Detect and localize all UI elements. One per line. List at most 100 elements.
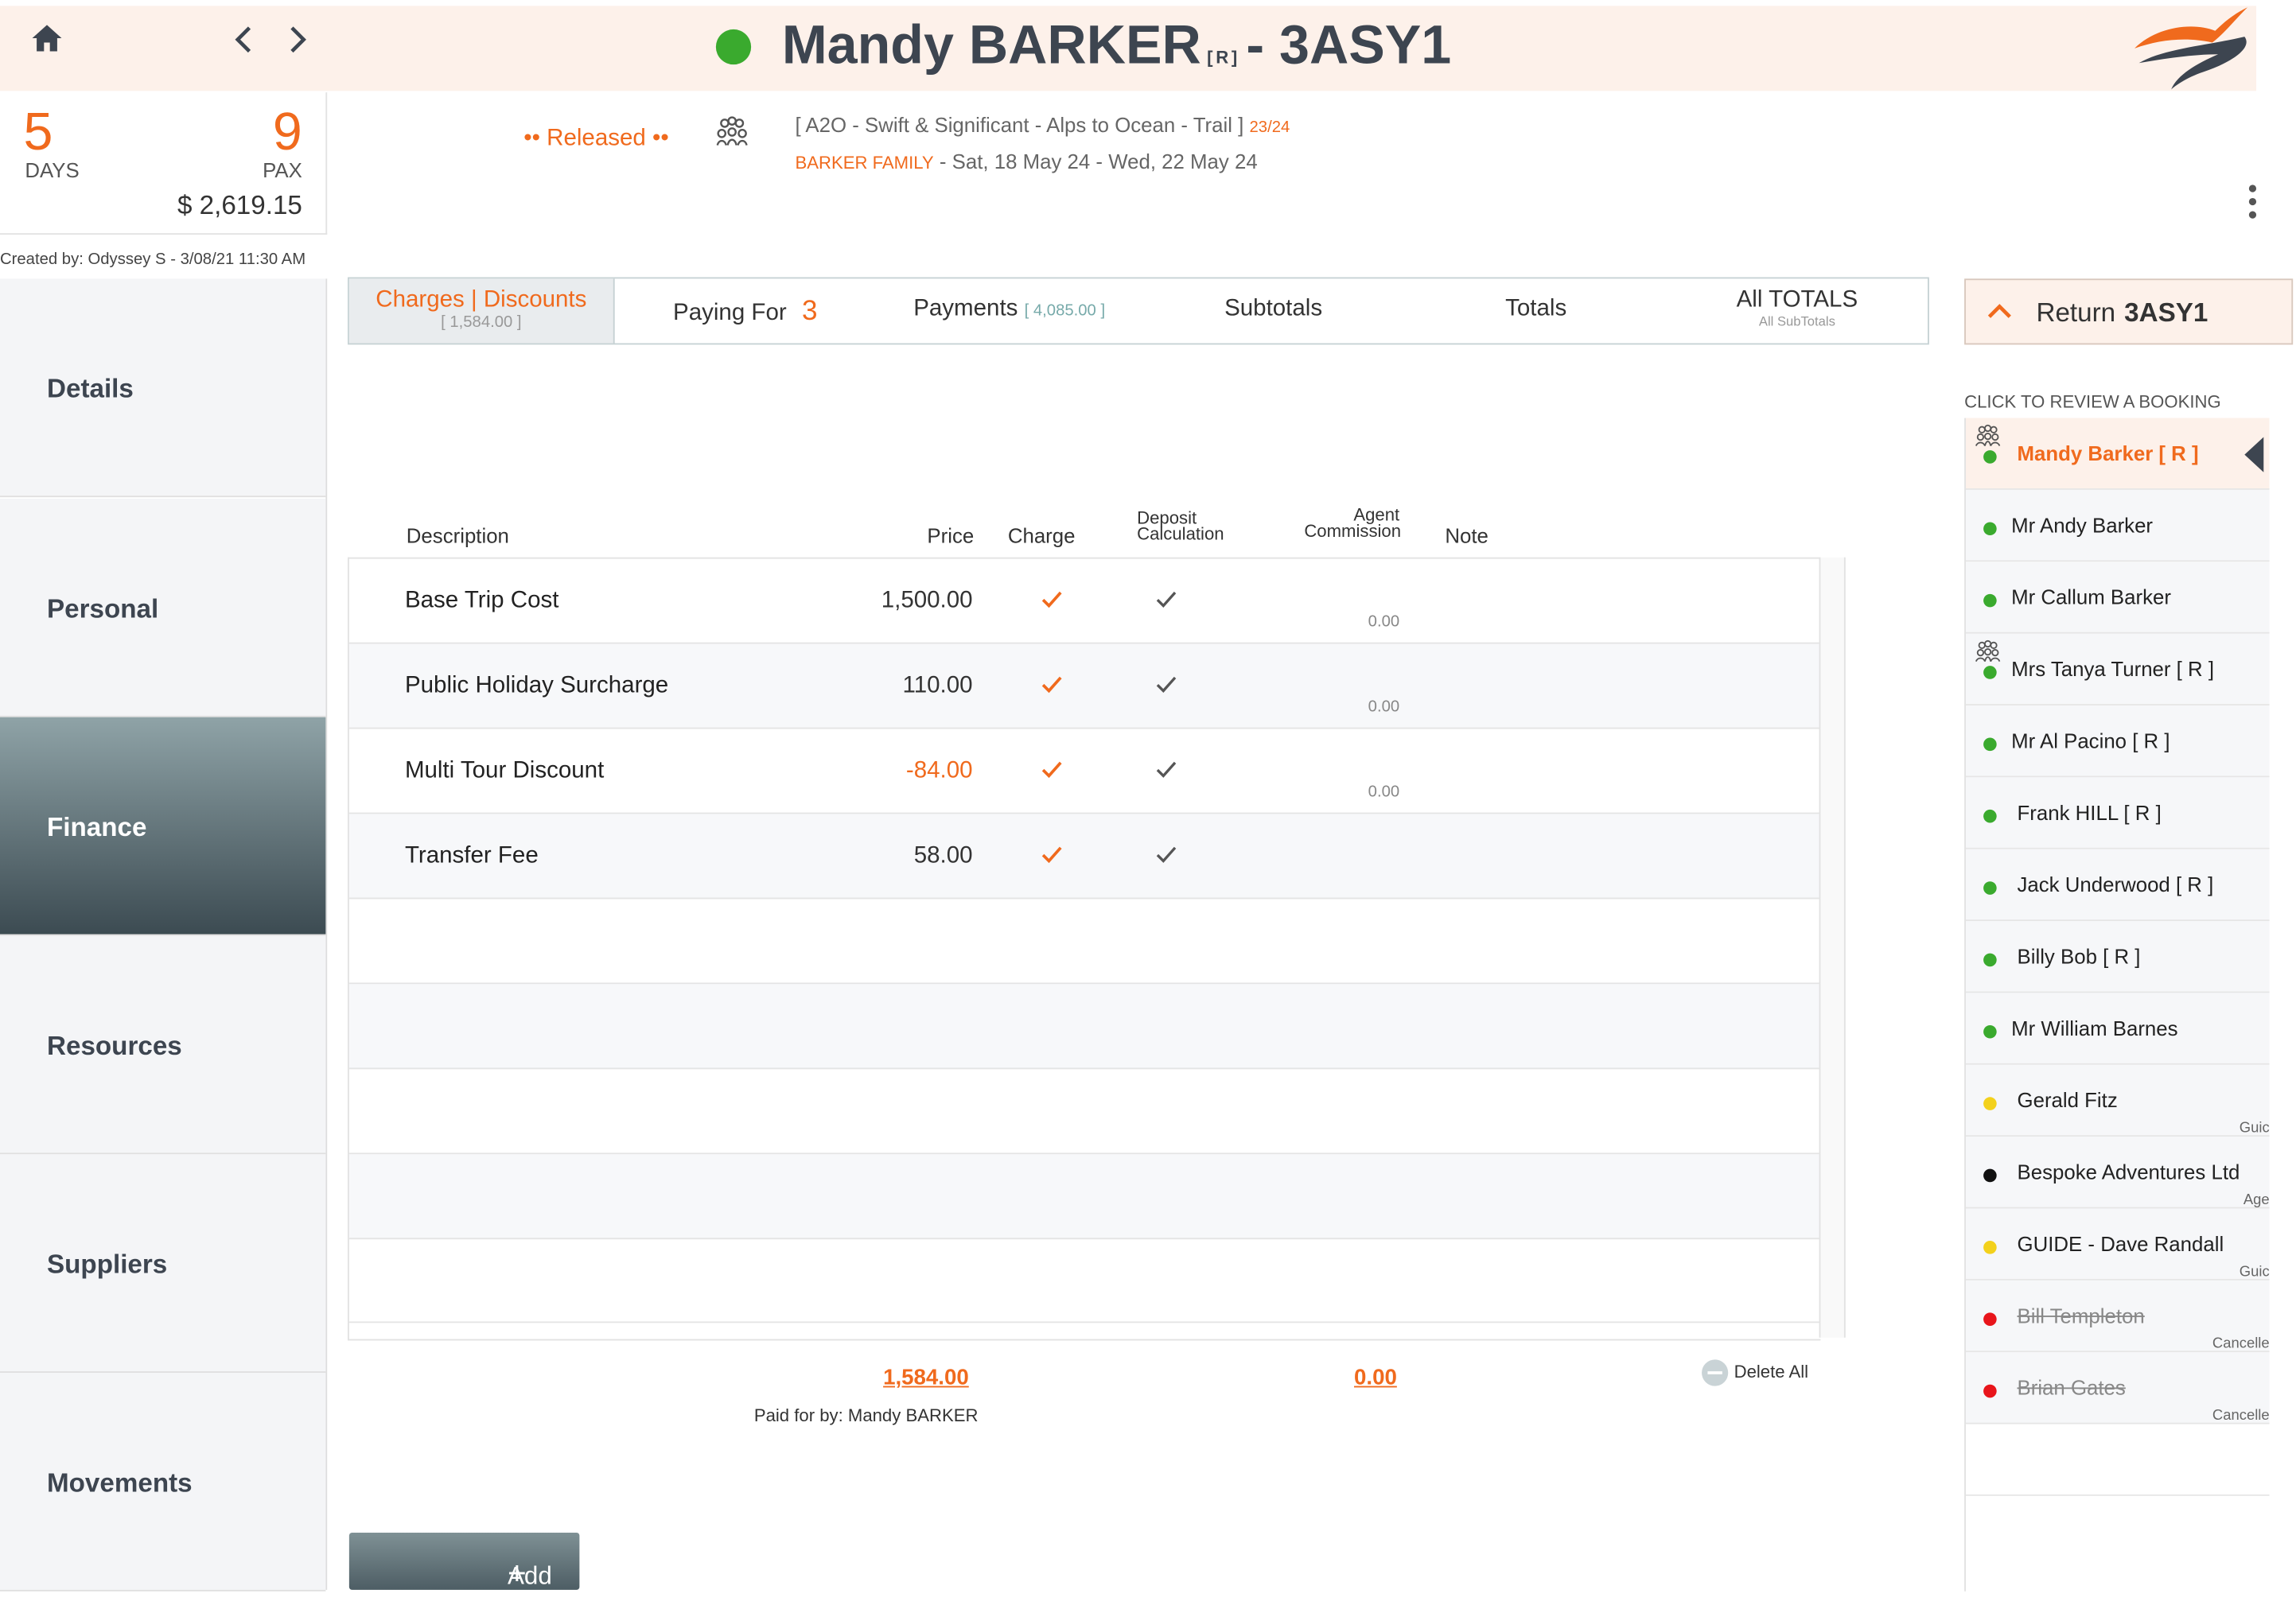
nav-personal[interactable]: Personal <box>0 498 326 717</box>
charge-check-icon[interactable] <box>1041 846 1062 864</box>
brand-logo-icon <box>2135 7 2248 90</box>
booking-status-dot <box>1983 450 1997 464</box>
finance-tabs: Charges | Discounts [ 1,584.00 ] Paying … <box>348 277 1929 345</box>
deposit-check-icon[interactable] <box>1156 846 1177 864</box>
booking-name: Mrs Tanya Turner [ R ] <box>2011 657 2215 681</box>
table-row[interactable]: Base Trip Cost 1,500.00 0.00 <box>348 559 1821 644</box>
booking-name: GUIDE - Dave Randall <box>2017 1231 2224 1256</box>
table-scrollbar[interactable] <box>1819 557 1846 1338</box>
booking-status-dot <box>1983 809 1997 823</box>
col-agent-commission: Agent Commission <box>1304 506 1401 539</box>
delete-all-button[interactable]: Delete All <box>1702 1359 1808 1386</box>
title-r-tag: [R] <box>1207 47 1240 68</box>
tab-subtotals[interactable]: Subtotals <box>1142 278 1406 343</box>
tab-payments[interactable]: Payments [ 4,085.00 ] <box>878 278 1142 343</box>
nav-resources[interactable]: Resources <box>0 935 326 1155</box>
booking-item[interactable]: Bespoke Adventures Ltd Age <box>1965 1137 2270 1209</box>
nav-suppliers[interactable]: Suppliers <box>0 1154 326 1373</box>
booking-item[interactable]: Mr William Barnes <box>1965 993 2270 1065</box>
charges-table: Base Trip Cost 1,500.00 0.00 Public Holi… <box>348 557 1821 1341</box>
booking-status-dot <box>1983 953 1997 967</box>
booking-item[interactable]: Billy Bob [ R ] <box>1965 921 2270 993</box>
booking-item[interactable]: Brian Gates Cancelle <box>1965 1352 2270 1424</box>
family-dates: BARKER FAMILY - Sat, 18 May 24 - Wed, 22… <box>795 150 1257 173</box>
more-menu-icon[interactable] <box>2247 185 2259 223</box>
table-row[interactable]: Multi Tour Discount -84.00 0.00 <box>348 729 1821 814</box>
booking-item[interactable]: Frank HILL [ R ] <box>1965 777 2270 849</box>
booking-item[interactable]: Mandy Barker [ R ] <box>1965 418 2270 490</box>
trip-count: 23/24 <box>1249 119 1290 137</box>
charge-check-icon[interactable] <box>1041 591 1062 608</box>
empty-row[interactable] <box>348 1069 1821 1155</box>
booking-name: Jack Underwood [ R ] <box>2017 873 2214 896</box>
booking-item[interactable]: Bill Templeton Cancelle <box>1965 1280 2270 1353</box>
deposit-check-icon[interactable] <box>1156 676 1177 694</box>
days-label: DAYS <box>25 158 80 182</box>
tab-totals-label: Totals <box>1505 296 1567 321</box>
nav-movements[interactable]: Movements <box>0 1372 326 1592</box>
forward-arrow-icon[interactable] <box>283 24 313 56</box>
back-arrow-icon[interactable] <box>229 24 259 56</box>
return-code: 3ASY1 <box>2124 297 2208 328</box>
row-commission: 0.00 <box>1368 612 1400 631</box>
tab-totals[interactable]: Totals <box>1406 278 1667 343</box>
nav-finance[interactable]: Finance <box>0 717 326 936</box>
charge-check-icon[interactable] <box>1041 761 1062 779</box>
table-row[interactable]: Transfer Fee 58.00 <box>348 814 1821 900</box>
chevron-up-icon <box>1987 304 2011 318</box>
page-title: Mandy BARKER [R] - 3ASY1 <box>782 14 1451 76</box>
group-icon <box>1975 639 2001 663</box>
status-dot <box>715 29 752 65</box>
booking-name: Brian Gates <box>2017 1375 2126 1400</box>
tab-charges-discounts[interactable]: Charges | Discounts [ 1,584.00 ] <box>348 278 615 344</box>
deposit-check-icon[interactable] <box>1156 591 1177 608</box>
empty-row[interactable] <box>348 1154 1821 1240</box>
col-deposit-2: Calculation <box>1137 523 1224 545</box>
add-button[interactable]: + Add <box>348 1532 580 1590</box>
trip-dates: - Sat, 18 May 24 - Wed, 22 May 24 <box>933 150 1258 173</box>
booking-name: Frank HILL [ R ] <box>2017 800 2162 825</box>
return-label: Return 3ASY1 <box>2036 297 2208 328</box>
table-row[interactable]: Public Holiday Surcharge 110.00 0.00 <box>348 643 1821 729</box>
booking-item[interactable]: Mr Callum Barker <box>1965 562 2270 634</box>
empty-row[interactable] <box>348 899 1821 985</box>
charges-total[interactable]: 1,584.00 <box>883 1366 969 1390</box>
home-icon[interactable] <box>29 21 64 56</box>
add-text: Add <box>508 1561 552 1590</box>
booking-item[interactable]: Mr Al Pacino [ R ] <box>1965 705 2270 778</box>
booking-name: Gerald Fitz <box>2017 1088 2118 1112</box>
row-commission: 0.00 <box>1368 783 1400 801</box>
deposit-check-icon[interactable] <box>1156 761 1177 779</box>
commission-total[interactable]: 0.00 <box>1354 1366 1397 1390</box>
tab-charges-sub: [ 1,584.00 ] <box>441 313 522 332</box>
trip-name[interactable]: [ A2O - Swift & Significant - Alps to Oc… <box>795 113 1290 137</box>
booking-item[interactable]: Mrs Tanya Turner [ R ] <box>1965 633 2270 705</box>
booking-status-dot <box>1983 666 1997 679</box>
booking-item[interactable]: Gerald Fitz Guic <box>1965 1064 2270 1137</box>
tab-all-totals[interactable]: All TOTALS All SubTotals <box>1667 278 1928 343</box>
empty-row[interactable] <box>348 1239 1821 1323</box>
row-commission: 0.00 <box>1368 698 1400 716</box>
nav-details[interactable]: Details <box>0 278 326 498</box>
row-description: Transfer Fee <box>404 843 539 869</box>
tab-charges-label: Charges | Discounts <box>376 287 587 313</box>
nav-label: Finance <box>47 812 147 842</box>
charge-check-icon[interactable] <box>1041 676 1062 694</box>
tab-subtotals-label: Subtotals <box>1224 296 1323 321</box>
return-text: Return <box>2036 297 2116 328</box>
row-description: Multi Tour Discount <box>404 758 605 783</box>
tab-paying-label: Paying For 3 <box>613 296 878 328</box>
delete-all-label: Delete All <box>1734 1361 1809 1382</box>
booking-item[interactable]: GUIDE - Dave Randall Guic <box>1965 1208 2270 1281</box>
row-price: 1,500.00 <box>881 588 973 613</box>
tab-paying-for[interactable]: Paying For 3 <box>613 278 878 343</box>
col-deposit: Deposit Calculation <box>1137 509 1224 545</box>
pax-label: PAX <box>263 158 302 182</box>
booking-item[interactable]: Mr Andy Barker <box>1965 489 2270 562</box>
return-button[interactable]: Return 3ASY1 <box>1964 278 2294 345</box>
booking-item[interactable]: Jack Underwood [ R ] <box>1965 849 2270 922</box>
booking-name: Billy Bob [ R ] <box>2017 944 2141 969</box>
empty-row[interactable] <box>348 984 1821 1070</box>
booking-status-dot <box>1983 1241 1997 1254</box>
tab-paying-count: 3 <box>801 296 818 328</box>
